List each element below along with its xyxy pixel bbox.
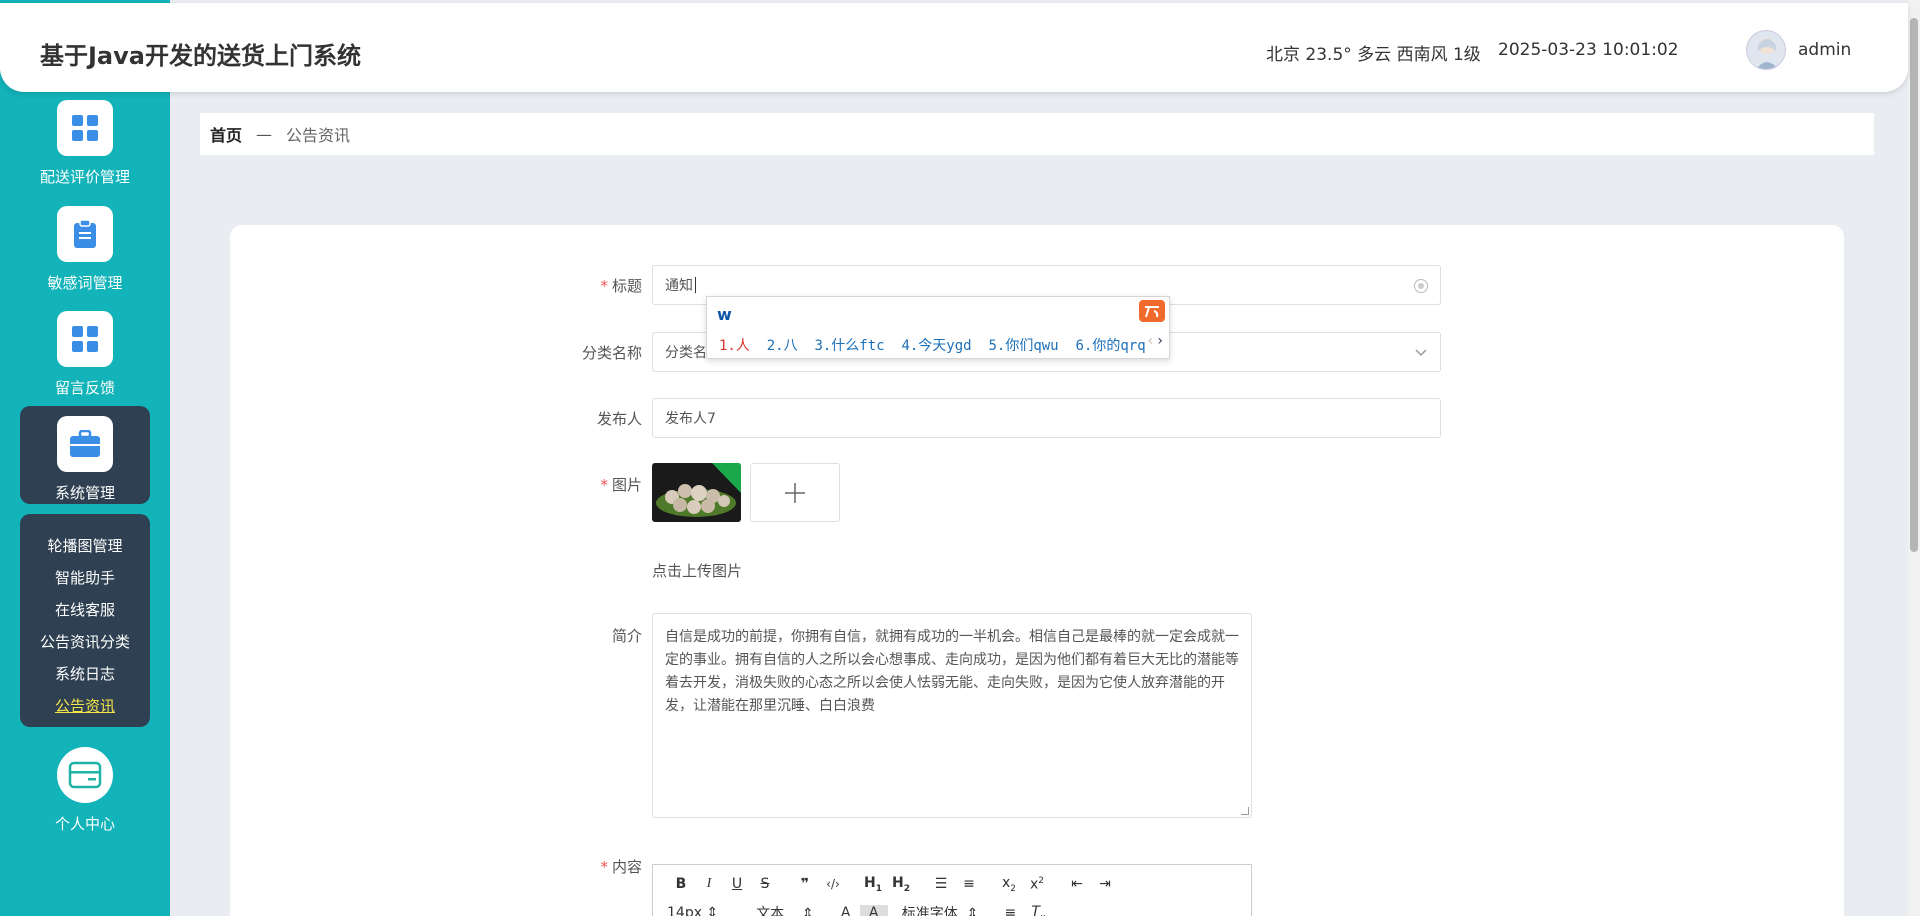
editor-toolbar-row-2: 14px ⇕ 文本 ⇕ A A 标准字体 ⇕ ≡ Tx: [667, 903, 1052, 916]
bullet-list-icon[interactable]: ≡: [955, 876, 983, 892]
publisher-input-value: 发布人7: [665, 411, 716, 427]
background-color-icon[interactable]: A: [859, 905, 888, 916]
sidebar-item-system-management[interactable]: 系统管理: [20, 416, 150, 503]
resize-handle[interactable]: [1241, 807, 1249, 815]
current-datetime: 2025-03-23 10:01:02: [1498, 40, 1679, 60]
breadcrumb-current: 公告资讯: [286, 126, 351, 145]
submenu-item-system-log[interactable]: 系统日志: [20, 658, 150, 690]
sidebar: 配送评价管理 敏感词管理 留言反馈 系统管理 轮播图管理 智能助手 在线客服 公…: [0, 0, 170, 916]
font-size-select[interactable]: 14px ⇕: [667, 905, 718, 916]
submenu-item-online-service[interactable]: 在线客服: [20, 594, 150, 626]
rich-text-editor[interactable]: B I U S ❞ ‹/› H1 H2 ☰ ≡ x2 x2 ⇤ ⇥ 14px ⇕…: [652, 864, 1252, 916]
chevron-down-icon: [1415, 349, 1427, 357]
editor-toolbar-row-1: B I U S ❞ ‹/› H1 H2 ☰ ≡ x2 x2 ⇤ ⇥: [667, 875, 1119, 894]
font-color-icon[interactable]: A: [832, 905, 860, 916]
app-title: 基于Java开发的送货上门系统: [40, 42, 361, 70]
font-family-select[interactable]: 标准字体 ⇕: [902, 903, 979, 916]
submenu-item-news[interactable]: 公告资讯: [20, 690, 150, 722]
required-mark: *: [600, 476, 608, 494]
briefcase-icon: [57, 416, 113, 472]
breadcrumb-separator: —: [256, 124, 273, 144]
text-type-select[interactable]: 文本 ⇕: [756, 903, 814, 916]
submenu-item-news-category[interactable]: 公告资讯分类: [20, 626, 150, 658]
breadcrumb: 首页 — 公告资讯: [200, 113, 1874, 155]
underline-icon[interactable]: U: [723, 876, 751, 892]
sidebar-submenu: 轮播图管理 智能助手 在线客服 公告资讯分类 系统日志 公告资讯: [20, 514, 150, 727]
sidebar-item-personal-center[interactable]: 个人中心: [20, 747, 150, 834]
ime-candidate-popup: w 1.人 2.八 3.什么ftc 4.今天ygd 5.你们qwu 6.你的qr…: [706, 296, 1170, 359]
clear-format-icon[interactable]: Tx: [1024, 904, 1052, 916]
sidebar-item-label: 敏感词管理: [47, 274, 123, 292]
plus-icon: [785, 482, 805, 503]
sidebar-item-label: 留言反馈: [54, 379, 115, 397]
blockquote-icon[interactable]: ❞: [791, 876, 819, 892]
content-label: * 内容: [600, 858, 642, 876]
strikethrough-icon[interactable]: S: [751, 876, 779, 892]
code-block-icon[interactable]: ‹/›: [819, 877, 847, 891]
category-label: 分类名称: [581, 344, 642, 362]
chevron-right-icon[interactable]: ›: [1157, 333, 1163, 349]
header-1-icon[interactable]: H1: [859, 875, 887, 894]
text-cursor: [695, 277, 696, 293]
submenu-item-assistant[interactable]: 智能助手: [20, 562, 150, 594]
sidebar-item-sensitive-words[interactable]: 敏感词管理: [20, 206, 150, 293]
ime-candidate[interactable]: 3.什么ftc: [814, 338, 884, 354]
uploaded-image-thumbnail[interactable]: [652, 463, 741, 522]
image-upload-button[interactable]: [750, 463, 840, 522]
indent-icon[interactable]: ⇥: [1091, 876, 1119, 892]
bold-icon[interactable]: B: [667, 876, 695, 892]
intro-label: 简介: [611, 627, 642, 645]
grid-icon: [57, 100, 113, 156]
image-label: * 图片: [600, 476, 642, 494]
intro-textarea[interactable]: 自信是成功的前提，你拥有自信，就拥有成功的一半机会。相信自己是最棒的就一定会成就…: [652, 613, 1252, 818]
submenu-item-carousel[interactable]: 轮播图管理: [20, 530, 150, 562]
grid-icon: [57, 311, 113, 367]
ime-typed-text: w: [717, 305, 732, 324]
username[interactable]: admin: [1798, 40, 1851, 60]
publisher-input[interactable]: 发布人7: [652, 398, 1441, 438]
weather-info: 北京 23.5° 多云 西南风 1级: [1266, 45, 1481, 65]
title-label: * 标题: [600, 277, 642, 295]
upload-hint: 点击上传图片: [652, 562, 743, 580]
outdent-icon[interactable]: ⇤: [1063, 876, 1091, 892]
align-icon[interactable]: ≡: [996, 905, 1024, 916]
superscript-icon[interactable]: x2: [1023, 876, 1051, 893]
ime-candidate[interactable]: 6.你的qrq: [1075, 338, 1145, 354]
page-scrollbar[interactable]: [1908, 0, 1920, 916]
sidebar-item-label: 配送评价管理: [39, 168, 130, 186]
clear-icon[interactable]: [1414, 279, 1428, 293]
title-input-value: 通知: [665, 278, 693, 294]
sidebar-item-feedback[interactable]: 留言反馈: [20, 311, 150, 398]
sidebar-item-label: 个人中心: [54, 815, 115, 833]
category-select-value: 分类名: [665, 345, 707, 361]
chevron-left-icon[interactable]: ‹: [1147, 333, 1153, 349]
ime-candidate[interactable]: 5.你们qwu: [988, 338, 1058, 354]
scrollbar-thumb[interactable]: [1910, 18, 1918, 552]
sidebar-item-delivery-review[interactable]: 配送评价管理: [20, 100, 150, 187]
required-mark: *: [600, 277, 608, 295]
intro-textarea-value: 自信是成功的前提，你拥有自信，就拥有成功的一半机会。相信自己是最棒的就一定会成就…: [665, 629, 1239, 714]
required-mark: *: [600, 858, 608, 876]
ime-page-nav[interactable]: ‹ ›: [1147, 333, 1163, 349]
breadcrumb-home[interactable]: 首页: [210, 122, 242, 146]
header-2-icon[interactable]: H2: [887, 875, 915, 894]
clipboard-icon: [57, 206, 113, 262]
card-icon: [57, 747, 113, 803]
top-header: 基于Java开发的送货上门系统 北京 23.5° 多云 西南风 1级 2025-…: [0, 3, 1908, 92]
publisher-label: 发布人: [596, 410, 642, 428]
ime-candidate[interactable]: 1.人: [719, 338, 750, 354]
ordered-list-icon[interactable]: ☰: [927, 876, 955, 892]
subscript-icon[interactable]: x2: [995, 875, 1023, 894]
italic-icon[interactable]: I: [695, 876, 723, 892]
ime-candidates: 1.人 2.八 3.什么ftc 4.今天ygd 5.你们qwu 6.你的qrq: [719, 335, 1146, 355]
ime-candidate[interactable]: 2.八: [767, 338, 798, 354]
avatar[interactable]: [1746, 30, 1786, 70]
ime-logo-icon: [1139, 300, 1165, 322]
ime-candidate[interactable]: 4.今天ygd: [901, 338, 971, 354]
sidebar-item-label: 系统管理: [54, 484, 115, 502]
